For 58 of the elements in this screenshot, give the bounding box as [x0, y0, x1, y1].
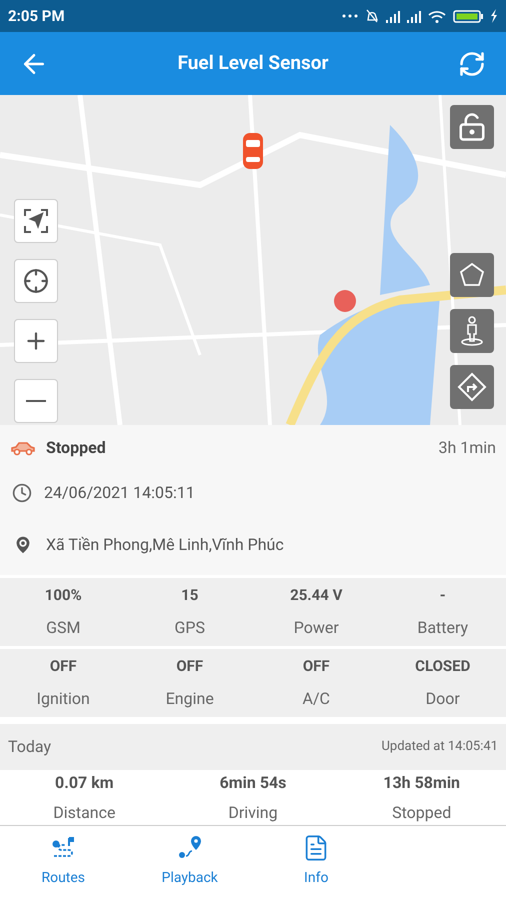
sensor-value: CLOSED [415, 656, 470, 677]
locate-button[interactable] [14, 259, 58, 303]
car-marker-icon [241, 131, 265, 171]
vehicle-status: Stopped [46, 436, 107, 458]
sensor-value: 100% [44, 584, 82, 606]
sensor-value: OFF [176, 656, 204, 677]
sensor-value: 25.44 V [290, 584, 342, 606]
summary-label: Stopped [392, 802, 452, 824]
car-icon [10, 440, 36, 456]
sensor-label: GPS [174, 617, 205, 640]
sensor-value: - [440, 584, 446, 606]
unlock-button[interactable] [450, 105, 494, 149]
directions-button[interactable] [450, 365, 494, 409]
summary-value: 6min 54s [220, 772, 286, 794]
screen-title: Fuel Level Sensor [178, 50, 328, 76]
status-duration: 3h 1min [438, 436, 496, 458]
sensor-value: 15 [181, 584, 198, 606]
muted-bell-icon [365, 9, 379, 23]
crosshair-icon [23, 268, 49, 294]
refresh-icon [458, 50, 486, 78]
sensor-value: OFF [50, 656, 77, 677]
zoom-out-button[interactable] [14, 379, 58, 423]
sensor-value: OFF [302, 656, 330, 677]
zoom-in-button[interactable] [14, 319, 58, 363]
signal-icon [407, 10, 421, 22]
wifi-icon [428, 10, 446, 22]
summary-label: Driving [228, 802, 278, 824]
signal-icon [386, 10, 400, 22]
timestamp: 24/06/2021 14:05:11 [44, 482, 195, 504]
sensor-label: Engine [166, 688, 214, 710]
open-lock-icon [457, 112, 487, 142]
today-label: Today [8, 736, 52, 758]
sensor-label: Door [426, 688, 460, 710]
summary-label: Distance [53, 802, 116, 824]
battery-icon [453, 10, 483, 22]
sensor-label: Ignition [36, 688, 90, 710]
turn-sign-icon [457, 372, 487, 402]
summary-value: 13h 58min [383, 772, 460, 794]
sensor-label: Power [294, 617, 339, 640]
updated-time: Updated at 14:05:41 [381, 738, 498, 756]
charging-icon [490, 9, 498, 23]
more-dots-icon [342, 14, 358, 18]
pentagon-icon [458, 261, 486, 289]
summary-value: 0.07 km [55, 772, 114, 794]
nav-tab[interactable]: Playback [126, 826, 253, 900]
nav-tab[interactable]: Info [253, 826, 380, 900]
fit-view-icon [23, 208, 49, 234]
minus-icon [26, 400, 46, 402]
fit-view-button[interactable] [14, 199, 58, 243]
status-time: 2:05 PM [8, 6, 65, 27]
address: Xã Tiền Phong,Mê Linh,Vĩnh Phúc [46, 534, 284, 556]
street-view-button[interactable] [450, 309, 494, 353]
sensor-label: Battery [417, 617, 468, 640]
sensor-label: A/C [302, 688, 330, 710]
sensor-label: GSM [46, 617, 80, 640]
geofence-button[interactable] [450, 253, 494, 297]
nav-tab[interactable]: Routes [0, 826, 126, 900]
clock-icon [12, 482, 32, 502]
